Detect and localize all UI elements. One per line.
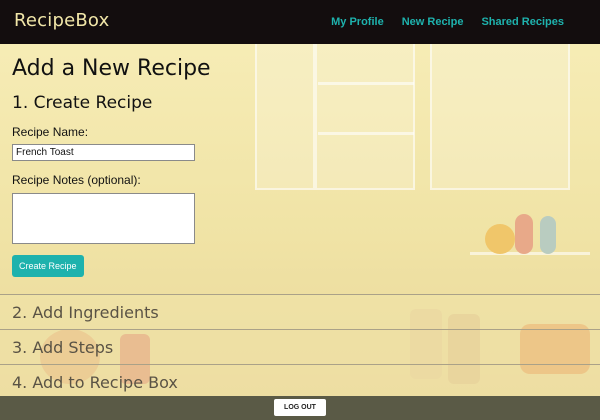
recipe-notes-textarea[interactable] <box>12 193 195 244</box>
create-recipe-button[interactable]: Create Recipe <box>12 255 84 277</box>
step-add-ingredients[interactable]: 2. Add Ingredients <box>0 294 600 329</box>
logout-button[interactable]: LOG OUT <box>274 399 326 416</box>
page-title: Add a New Recipe <box>12 56 211 81</box>
recipe-notes-label: Recipe Notes (optional): <box>12 173 141 187</box>
step-add-ingredients-label: 2. Add Ingredients <box>12 302 159 322</box>
nav-shared-recipes[interactable]: Shared Recipes <box>481 16 564 28</box>
new-recipe-form: Add a New Recipe 1. Create Recipe Recipe… <box>12 56 432 277</box>
step-add-to-recipe-box[interactable]: 4. Add to Recipe Box <box>0 364 600 399</box>
recipe-steps-accordion: 2. Add Ingredients 3. Add Steps 4. Add t… <box>0 294 600 399</box>
step-add-to-recipe-box-label: 4. Add to Recipe Box <box>12 372 178 392</box>
nav-new-recipe[interactable]: New Recipe <box>402 16 464 28</box>
step-add-steps-label: 3. Add Steps <box>12 337 114 357</box>
nav-my-profile[interactable]: My Profile <box>331 16 384 28</box>
recipe-name-label: Recipe Name: <box>12 125 89 139</box>
step-create-recipe-title: 1. Create Recipe <box>12 93 153 113</box>
step-add-steps[interactable]: 3. Add Steps <box>0 329 600 364</box>
footer-bar: LOG OUT <box>0 396 600 420</box>
main-nav: My Profile New Recipe Shared Recipes <box>331 16 600 28</box>
recipe-name-input[interactable] <box>12 144 195 161</box>
top-navbar: RecipeBox My Profile New Recipe Shared R… <box>0 0 600 44</box>
app-brand[interactable]: RecipeBox <box>14 10 109 31</box>
